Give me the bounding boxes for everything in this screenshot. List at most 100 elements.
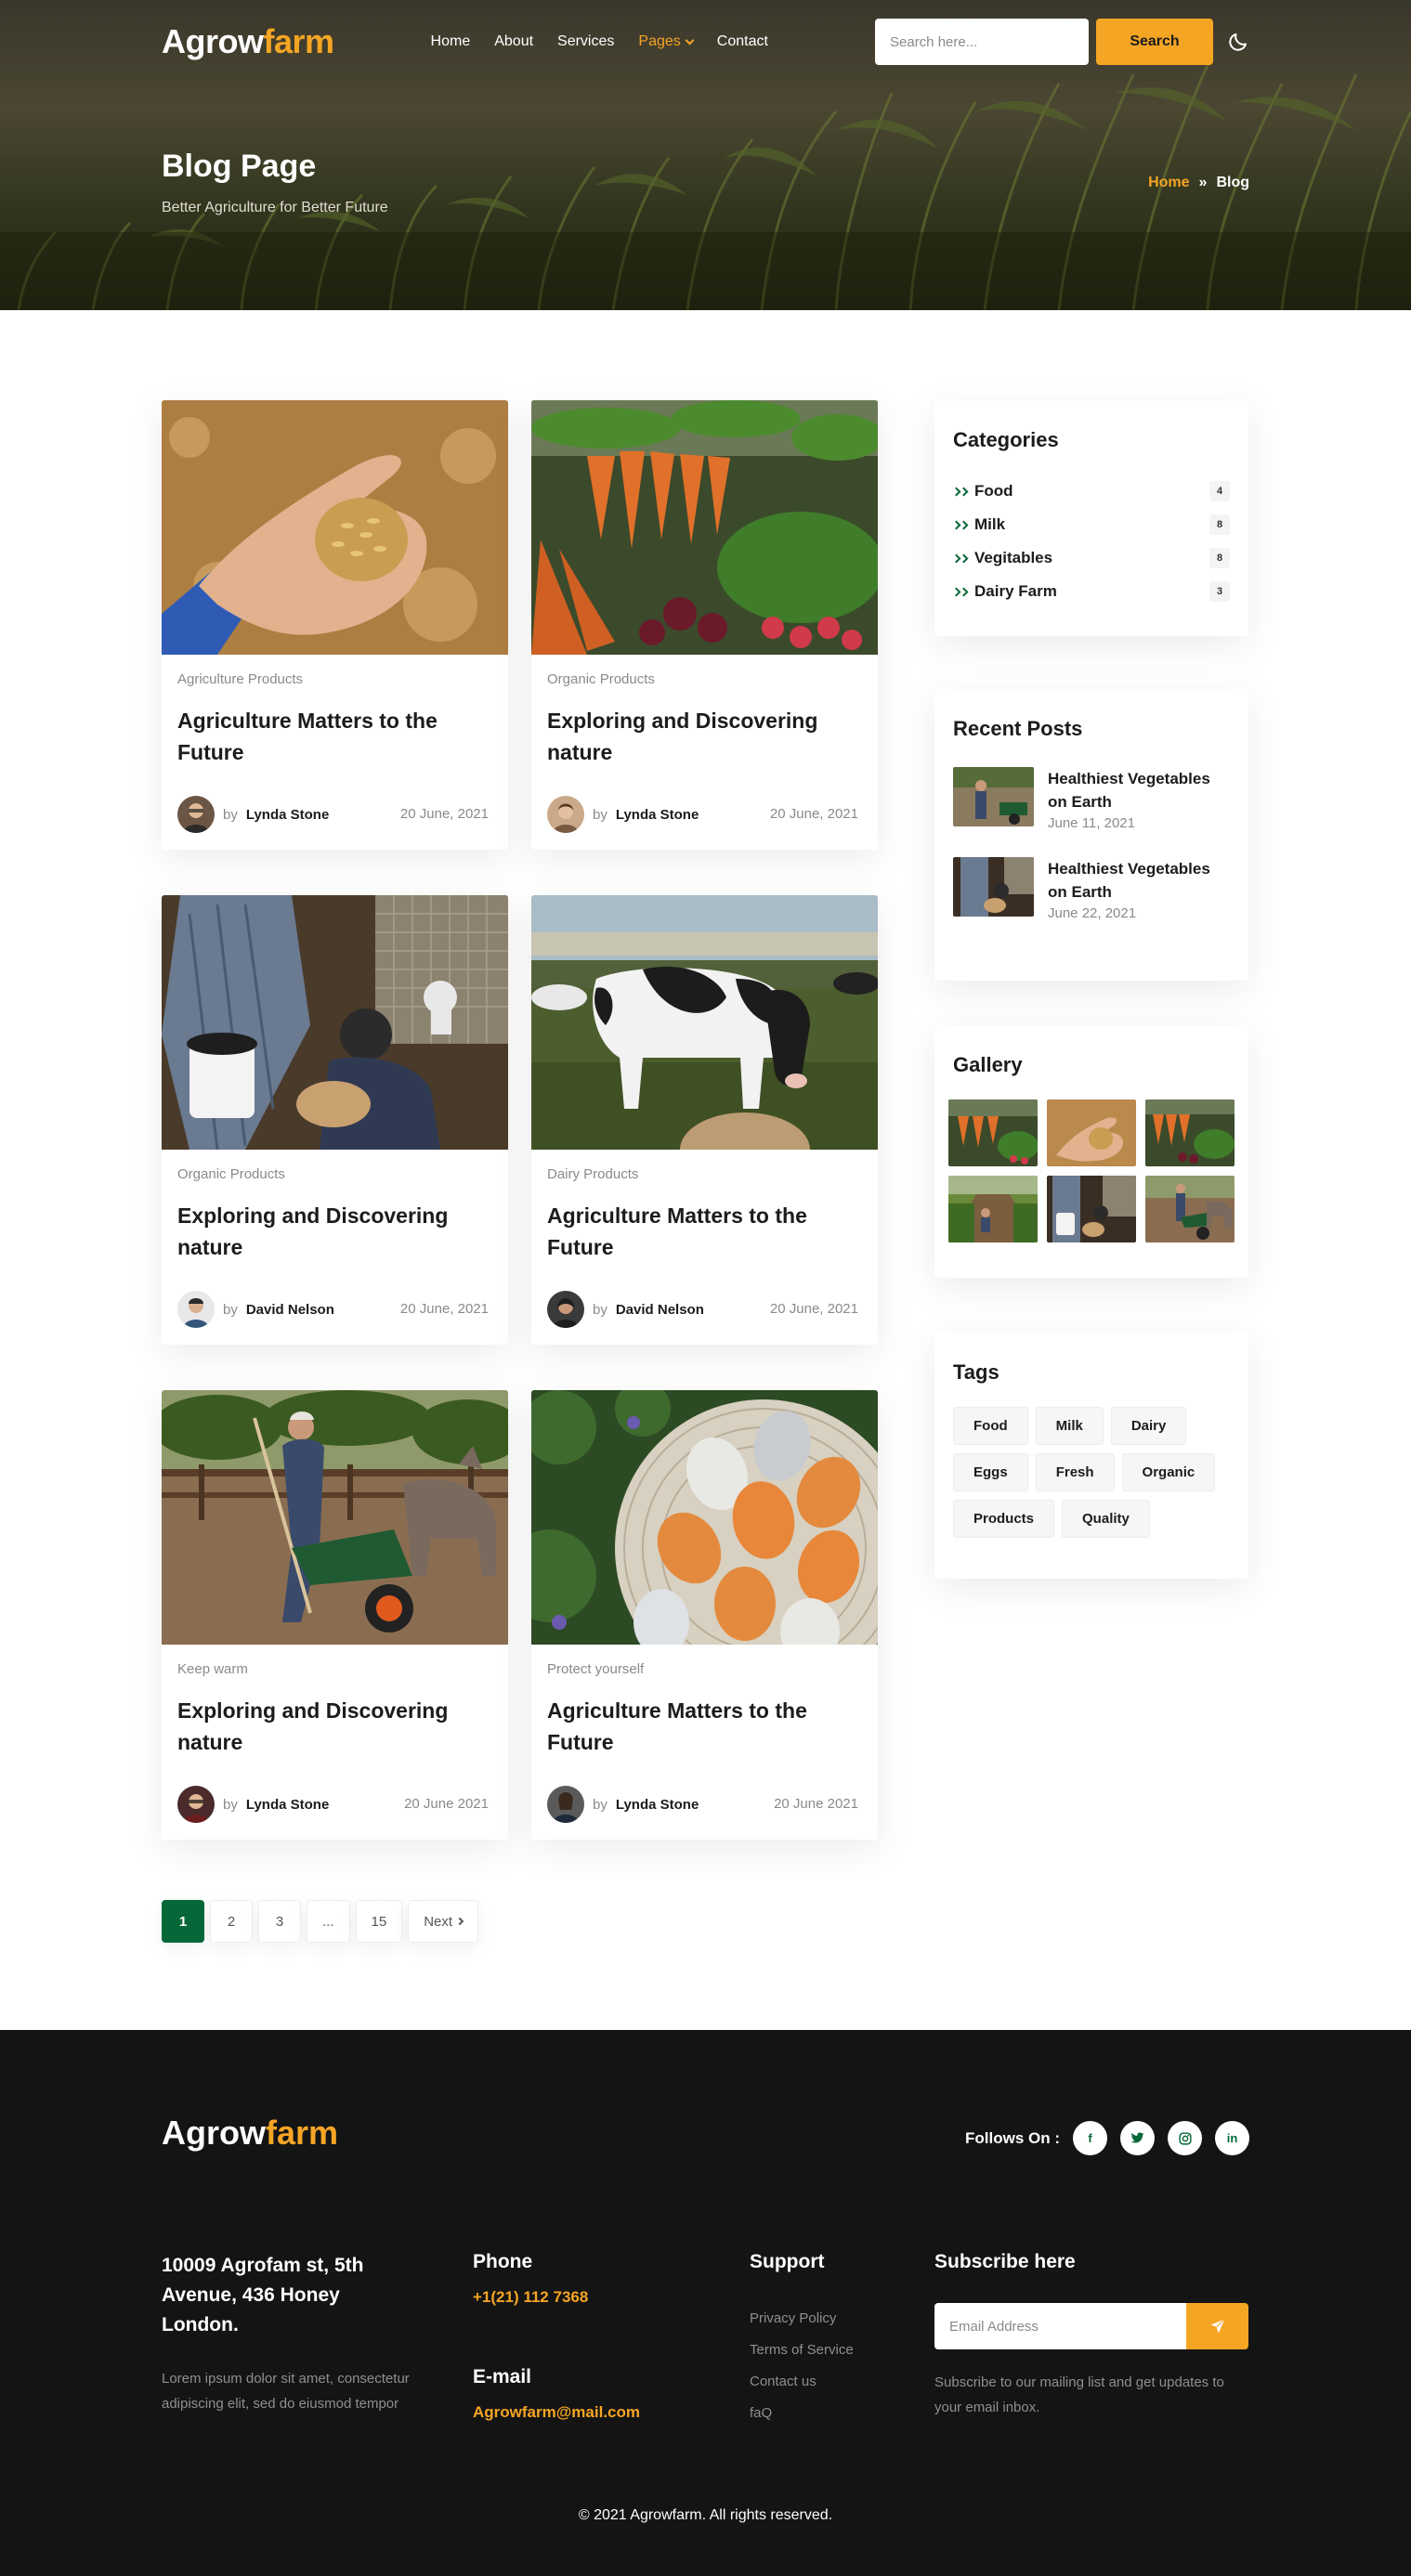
post-image-carrots-vegetables[interactable]: [531, 400, 878, 655]
post-category[interactable]: Keep warm: [177, 1661, 248, 1677]
author-name[interactable]: Lynda Stone: [616, 1797, 699, 1813]
facebook-icon[interactable]: f: [1073, 2121, 1107, 2155]
nav-contact[interactable]: Contact: [717, 33, 768, 50]
tag-dairy[interactable]: Dairy: [1110, 1407, 1187, 1445]
post-image-farmers-feeding[interactable]: [162, 895, 508, 1150]
tag-fresh[interactable]: Fresh: [1035, 1453, 1115, 1491]
subscribe-email-input[interactable]: [934, 2303, 1186, 2349]
gallery-image[interactable]: [948, 1099, 1038, 1166]
gallery-image[interactable]: [1145, 1176, 1235, 1242]
recent-post-thumbnail[interactable]: [953, 857, 1034, 917]
recent-post-item[interactable]: Healthiest Vegetables on Earth June 11, …: [953, 767, 1230, 831]
post-category[interactable]: Agriculture Products: [177, 671, 303, 687]
gallery-image[interactable]: [1047, 1099, 1136, 1166]
footer-email[interactable]: Agrowfarm@mail.com: [473, 2403, 640, 2422]
tag-milk[interactable]: Milk: [1035, 1407, 1104, 1445]
tag-products[interactable]: Products: [953, 1500, 1055, 1538]
page-1-button[interactable]: 1: [162, 1900, 204, 1943]
post-title[interactable]: Exploring and Discovering nature: [177, 1200, 484, 1263]
post-image-farmer-wheelbarrow[interactable]: [162, 1390, 508, 1645]
main-menu: Home About Services Pages Contact: [431, 33, 792, 50]
blog-card[interactable]: Agriculture Products Agriculture Matters…: [162, 400, 508, 850]
post-image-cow-in-field[interactable]: [531, 895, 878, 1150]
recent-post-title[interactable]: Healthiest Vegetables on Earth: [1048, 767, 1230, 813]
page-subtitle: Better Agriculture for Better Future: [162, 200, 388, 215]
author-name[interactable]: Lynda Stone: [246, 1797, 329, 1813]
category-item[interactable]: Dairy Farm 3: [951, 575, 1230, 608]
post-category[interactable]: Organic Products: [177, 1166, 285, 1182]
blog-card[interactable]: Organic Products Exploring and Discoveri…: [162, 895, 508, 1345]
recent-post-item[interactable]: Healthiest Vegetables on Earth June 22, …: [953, 857, 1230, 921]
double-chevron-right-icon: [951, 487, 969, 496]
search-button[interactable]: Search: [1096, 19, 1213, 65]
recent-post-title[interactable]: Healthiest Vegetables on Earth: [1048, 857, 1230, 904]
page-3-button[interactable]: 3: [258, 1900, 301, 1943]
post-title[interactable]: Agriculture Matters to the Future: [547, 1200, 854, 1263]
page-15-button[interactable]: 15: [355, 1900, 403, 1943]
gallery-image[interactable]: [1145, 1099, 1235, 1166]
twitter-icon[interactable]: [1120, 2121, 1155, 2155]
post-date: 20 June, 2021: [769, 806, 858, 822]
subscribe-button[interactable]: [1186, 2303, 1248, 2349]
tag-eggs[interactable]: Eggs: [953, 1453, 1028, 1491]
page-title: Blog Page: [162, 149, 317, 184]
footer-support-column: Support Privacy Policy Terms of Service …: [750, 2251, 854, 2429]
post-date: 20 June, 2021: [399, 1301, 489, 1317]
post-title[interactable]: Exploring and Discovering nature: [177, 1695, 484, 1758]
category-item[interactable]: Milk 8: [951, 508, 1230, 541]
moon-icon[interactable]: [1227, 31, 1249, 53]
contact-us-link[interactable]: Contact us: [750, 2366, 854, 2398]
blog-card[interactable]: Dairy Products Agriculture Matters to th…: [531, 895, 878, 1345]
privacy-policy-link[interactable]: Privacy Policy: [750, 2303, 854, 2335]
post-title[interactable]: Agriculture Matters to the Future: [547, 1695, 854, 1758]
post-category[interactable]: Organic Products: [547, 671, 655, 687]
nav-about[interactable]: About: [494, 33, 533, 50]
site-logo[interactable]: Agrowfarm: [162, 22, 334, 61]
gallery-image[interactable]: [1047, 1176, 1136, 1242]
hero-banner: Agrowfarm Home About Services Pages Cont…: [0, 0, 1411, 310]
nav-services[interactable]: Services: [557, 33, 614, 50]
tag-quality[interactable]: Quality: [1062, 1500, 1150, 1538]
author-name[interactable]: Lynda Stone: [246, 807, 329, 823]
blog-card[interactable]: Keep warm Exploring and Discovering natu…: [162, 1390, 508, 1840]
main-navbar: Agrowfarm Home About Services Pages Cont…: [162, 19, 1248, 65]
author-avatar: [547, 1786, 584, 1823]
footer-phone[interactable]: +1(21) 112 7368: [473, 2288, 640, 2307]
post-image-wheat-in-hand[interactable]: [162, 400, 508, 655]
post-category[interactable]: Protect yourself: [547, 1661, 644, 1677]
recent-posts-title: Recent Posts: [953, 717, 1083, 740]
gallery-image[interactable]: [948, 1176, 1038, 1242]
post-title[interactable]: Exploring and Discovering nature: [547, 705, 854, 768]
author-name[interactable]: David Nelson: [246, 1302, 334, 1318]
post-image-eggs-basket[interactable]: [531, 1390, 878, 1645]
author-avatar: [547, 796, 584, 833]
footer-phone-title: Phone: [473, 2251, 533, 2272]
nav-home[interactable]: Home: [431, 33, 471, 50]
blog-card[interactable]: Protect yourself Agriculture Matters to …: [531, 1390, 878, 1840]
category-item[interactable]: Food 4: [951, 475, 1230, 508]
next-page-button[interactable]: Next: [408, 1900, 479, 1943]
author-by: by: [593, 1796, 608, 1813]
page-2-button[interactable]: 2: [210, 1900, 253, 1943]
tag-organic[interactable]: Organic: [1121, 1453, 1216, 1491]
linkedin-icon[interactable]: in: [1215, 2121, 1249, 2155]
breadcrumb-home[interactable]: Home: [1148, 175, 1189, 191]
nav-pages[interactable]: Pages: [638, 33, 695, 50]
blog-card[interactable]: Organic Products Exploring and Discoveri…: [531, 400, 878, 850]
tag-food[interactable]: Food: [953, 1407, 1028, 1445]
footer-logo[interactable]: Agrowfarm: [162, 2114, 338, 2153]
category-item[interactable]: Vegitables 8: [951, 541, 1230, 575]
author-name[interactable]: David Nelson: [616, 1302, 704, 1318]
footer-email-title: E-mail: [473, 2366, 532, 2387]
author-name[interactable]: Lynda Stone: [616, 807, 699, 823]
post-category[interactable]: Dairy Products: [547, 1166, 638, 1182]
footer-description: Lorem ipsum dolor sit amet, consectetur …: [162, 2371, 410, 2412]
post-title[interactable]: Agriculture Matters to the Future: [177, 705, 484, 768]
author-avatar: [177, 1291, 215, 1328]
terms-of-service-link[interactable]: Terms of Service: [750, 2335, 854, 2366]
recent-post-thumbnail[interactable]: [953, 767, 1034, 826]
faq-link[interactable]: faQ: [750, 2398, 854, 2429]
instagram-icon[interactable]: [1168, 2121, 1202, 2155]
search-input[interactable]: [875, 19, 1089, 65]
author-by: by: [223, 1301, 238, 1318]
